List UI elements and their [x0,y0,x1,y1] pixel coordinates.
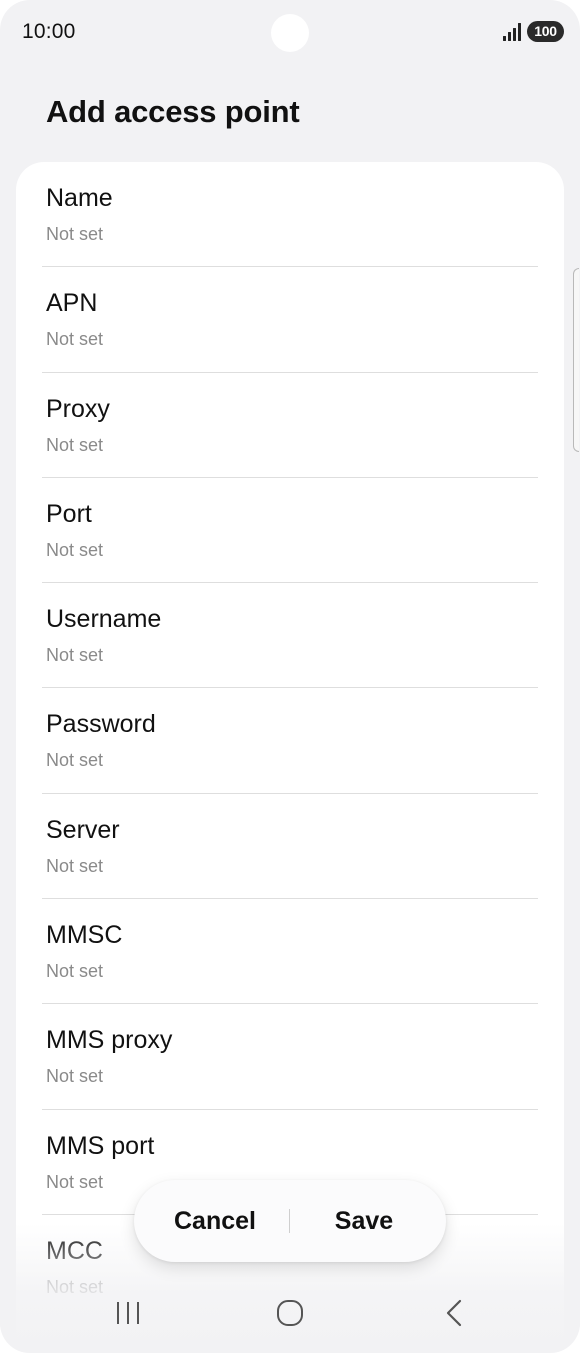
status-bar: 10:00 100 [0,0,580,64]
battery-icon: 100 [527,21,564,42]
setting-mms-proxy[interactable]: MMS proxy Not set [16,1004,564,1110]
status-time: 10:00 [22,20,76,43]
setting-mmsc[interactable]: MMSC Not set [16,899,564,1005]
setting-value: Not set [46,961,104,982]
setting-value: Not set [46,434,104,455]
home-button[interactable] [250,1280,330,1346]
setting-title: MMSC [46,921,123,950]
settings-card: Name Not set APN Not set Proxy Not set P… [16,162,564,1353]
setting-value: Not set [46,224,104,244]
setting-value: Not set [46,329,104,350]
back-icon [446,1299,462,1327]
navigation-bar [0,1280,580,1346]
setting-title: MMS proxy [46,1026,173,1055]
setting-proxy[interactable]: Proxy Not set [16,373,564,478]
setting-value: Not set [46,645,104,666]
back-button[interactable] [413,1280,493,1346]
setting-password[interactable]: Password Not set [16,688,564,794]
setting-username[interactable]: Username Not set [16,583,564,689]
action-divider [289,1209,290,1233]
setting-value: Not set [46,539,104,560]
setting-value: Not set [46,1171,104,1192]
signal-icon [503,23,521,41]
setting-title: Password [46,710,156,739]
setting-value: Not set [46,855,104,876]
phone-screen: 10:00 100 Add access point Name Not set … [0,0,580,1353]
access-point-settings-list: Name Not set APN Not set Proxy Not set P… [16,162,564,1320]
setting-port[interactable]: Port Not set [16,478,564,584]
setting-server[interactable]: Server Not set [16,794,564,900]
page-title: Add access point [46,94,300,129]
setting-title: Port [46,499,92,528]
scrollbar[interactable] [573,268,579,452]
setting-title: APN [46,289,98,318]
save-button[interactable]: Save [302,1180,426,1262]
setting-title: MMS port [46,1131,155,1160]
home-icon [277,1300,303,1326]
setting-title: Username [46,605,162,634]
setting-value: Not set [46,1066,104,1087]
recents-icon [117,1302,139,1324]
setting-apn[interactable]: APN Not set [16,267,564,373]
setting-title: Server [46,815,120,844]
recents-button[interactable] [88,1280,168,1346]
action-bar: Cancel Save [134,1180,446,1262]
setting-title: Proxy [46,394,110,423]
cancel-button[interactable]: Cancel [154,1180,276,1262]
setting-value: Not set [46,750,104,771]
setting-title: MCC [46,1236,103,1265]
setting-name[interactable]: Name Not set [16,162,564,268]
setting-title: Name [46,184,113,212]
camera-cutout [271,14,309,52]
